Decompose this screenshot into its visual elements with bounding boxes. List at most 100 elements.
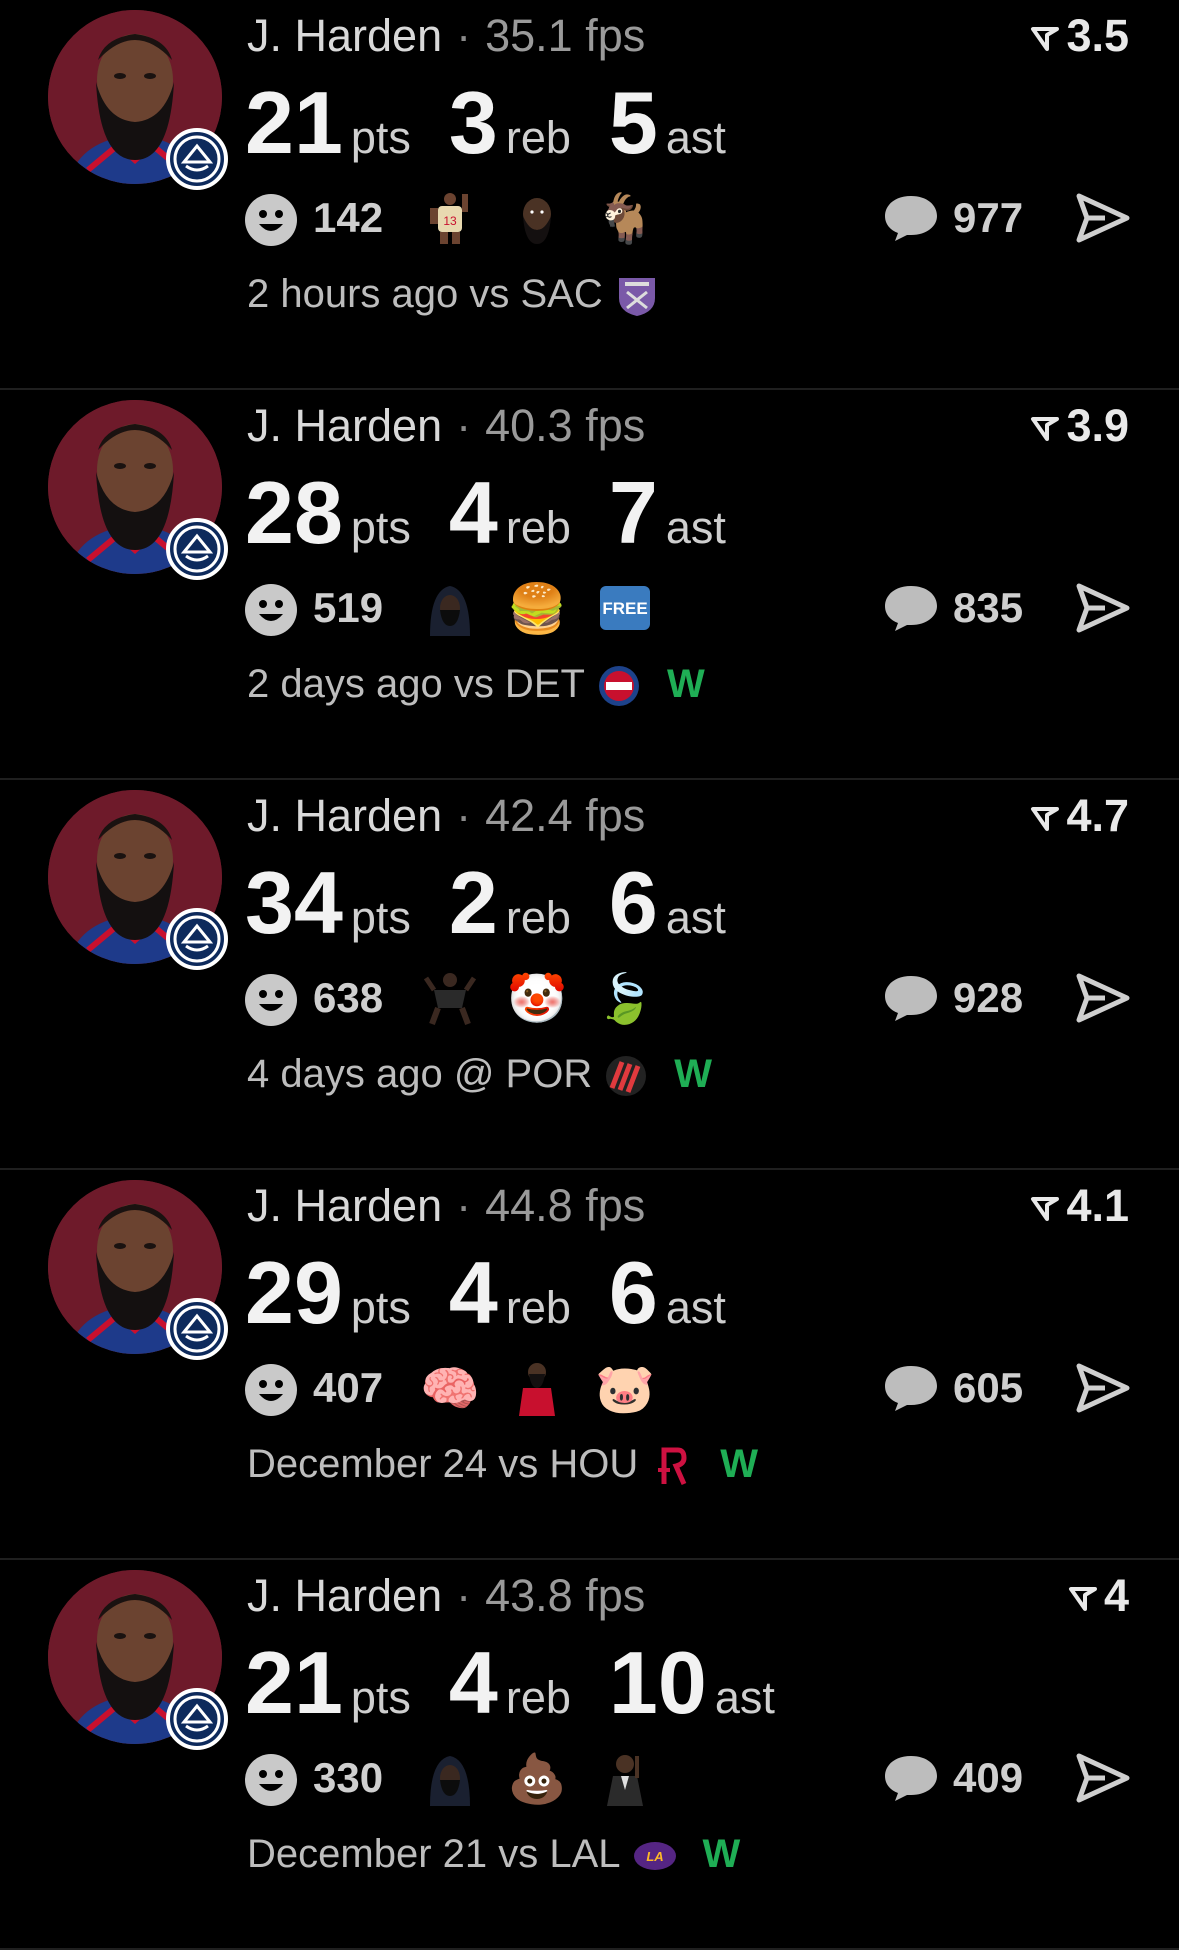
reaction-emoji-2[interactable]: 🤡 — [507, 970, 567, 1030]
share-icon[interactable] — [1075, 1362, 1131, 1419]
player-name[interactable]: J. Harden — [247, 10, 442, 61]
game-card[interactable]: J. Harden · 40.3 fps 3.9 28 pts 4 reb 7 ast 519… — [0, 390, 1179, 780]
reaction-row: 407 🧠 🐷 605 — [245, 1360, 1135, 1420]
smiley-icon[interactable] — [245, 1364, 297, 1416]
reaction-count: 638 — [313, 974, 384, 1021]
player-name[interactable]: J. Harden — [247, 400, 442, 451]
assists-value: 5 — [608, 73, 658, 172]
player-name[interactable]: J. Harden — [247, 1570, 442, 1621]
rating-icon — [1031, 807, 1060, 832]
comment-count: 835 — [953, 584, 1024, 631]
points-value: 21 — [245, 1633, 343, 1732]
comment-icon[interactable] — [883, 974, 939, 1027]
rating[interactable]: 3.9 — [1030, 400, 1129, 452]
game-card[interactable]: J. Harden · 42.4 fps 4.7 34 pts 2 reb 6 ast 638… — [0, 780, 1179, 1170]
game-time-opponent[interactable]: 4 days ago @ POR — [247, 1052, 592, 1096]
smiley-icon[interactable] — [245, 974, 297, 1026]
comment-icon[interactable] — [883, 194, 939, 247]
stat-line: 21 pts 3 reb 5 ast — [245, 72, 764, 174]
comment-icon[interactable] — [883, 1754, 939, 1807]
reaction-emoji-1[interactable] — [420, 580, 480, 640]
smiley-icon[interactable] — [245, 584, 297, 636]
game-card[interactable]: J. Harden · 44.8 fps 4.1 29 pts 4 reb 6 ast 407… — [0, 1170, 1179, 1560]
player-name[interactable]: J. Harden — [247, 1180, 442, 1231]
comment-count: 605 — [953, 1364, 1024, 1411]
share-icon[interactable] — [1075, 192, 1131, 249]
points-label: pts — [350, 892, 411, 943]
rating-icon — [1031, 1197, 1060, 1222]
rating-value: 4.7 — [1066, 790, 1129, 841]
reaction-emoji-3[interactable]: 🐐 — [595, 190, 655, 250]
separator: · — [456, 10, 472, 61]
comment-icon[interactable] — [883, 584, 939, 637]
reaction-emoji-3[interactable] — [595, 1750, 655, 1810]
game-meta: 2 days ago vs DET W — [247, 662, 705, 708]
points-value: 21 — [245, 73, 343, 172]
reaction-emoji-3[interactable]: 🐷 — [595, 1360, 655, 1420]
stat-line: 21 pts 4 reb 10 ast — [245, 1632, 813, 1734]
comment-count: 977 — [953, 194, 1024, 241]
game-feed: J. Harden · 35.1 fps 3.5 21 pts 3 reb 5 ast 142… — [0, 0, 1179, 1950]
reaction-emoji-2[interactable] — [507, 190, 567, 250]
game-result: W — [720, 1442, 758, 1486]
rating-icon — [1031, 417, 1060, 442]
comment-icon[interactable] — [883, 1364, 939, 1417]
card-header: J. Harden · 44.8 fps — [247, 1180, 645, 1232]
rating-value: 3.5 — [1066, 10, 1129, 61]
reaction-emoji-1[interactable] — [420, 970, 480, 1030]
points-value: 29 — [245, 1243, 343, 1342]
reaction-emoji-1[interactable]: 🧠 — [420, 1360, 480, 1420]
smiley-icon[interactable] — [245, 194, 297, 246]
game-time-opponent[interactable]: 2 hours ago vs SAC — [247, 272, 603, 316]
rating[interactable]: 4.1 — [1030, 1180, 1129, 1232]
points-label: pts — [350, 112, 411, 163]
game-result: W — [674, 1052, 712, 1096]
fps-value: 35.1 fps — [485, 10, 646, 61]
rebounds-value: 3 — [448, 73, 498, 172]
card-header: J. Harden · 42.4 fps — [247, 790, 645, 842]
smiley-icon[interactable] — [245, 1754, 297, 1806]
rating[interactable]: 4.7 — [1030, 790, 1129, 842]
rating-icon — [1068, 1587, 1097, 1612]
assists-label: ast — [665, 112, 726, 163]
game-result: W — [666, 662, 705, 706]
rebounds-value: 2 — [448, 853, 498, 952]
game-time-opponent[interactable]: December 21 vs LAL — [247, 1832, 621, 1876]
rebounds-label: reb — [505, 1282, 571, 1333]
reaction-emoji-1[interactable]: 13 — [420, 190, 480, 250]
separator: · — [456, 1180, 472, 1231]
reaction-emoji-3[interactable]: 🍃 — [595, 970, 655, 1030]
reaction-emoji-1[interactable] — [420, 1750, 480, 1810]
player-name[interactable]: J. Harden — [247, 790, 442, 841]
rebounds-label: reb — [505, 1672, 571, 1723]
game-time-opponent[interactable]: 2 days ago vs DET — [247, 662, 585, 706]
reaction-emoji-2[interactable] — [507, 1360, 567, 1420]
game-card[interactable]: J. Harden · 43.8 fps 4 21 pts 4 reb 10 ast 330 … — [0, 1560, 1179, 1950]
comment-count: 409 — [953, 1754, 1024, 1801]
rebounds-value: 4 — [448, 463, 498, 562]
reaction-emoji-2[interactable]: 🍔 — [507, 580, 567, 640]
team-badge-icon — [166, 1298, 228, 1360]
svg-text:13: 13 — [443, 214, 457, 228]
points-label: pts — [350, 502, 411, 553]
reaction-emoji-2[interactable]: 💩 — [507, 1750, 567, 1810]
rating[interactable]: 4 — [1068, 1570, 1129, 1622]
team-badge-icon — [166, 908, 228, 970]
share-icon[interactable] — [1075, 1752, 1131, 1809]
game-time-opponent[interactable]: December 24 vs HOU — [247, 1442, 638, 1486]
rebounds-label: reb — [505, 502, 571, 553]
rating-icon — [1031, 27, 1060, 52]
rebounds-value: 4 — [448, 1633, 498, 1732]
points-label: pts — [350, 1282, 411, 1333]
share-icon[interactable] — [1075, 972, 1131, 1029]
reaction-row: 330 💩 409 — [245, 1750, 1135, 1810]
rebounds-label: reb — [505, 112, 571, 163]
share-icon[interactable] — [1075, 582, 1131, 639]
reaction-emoji-3[interactable]: FREE — [595, 580, 655, 640]
game-card[interactable]: J. Harden · 35.1 fps 3.5 21 pts 3 reb 5 ast 142… — [0, 0, 1179, 390]
reaction-count: 142 — [313, 194, 384, 241]
separator: · — [456, 400, 472, 451]
rebounds-value: 4 — [448, 1243, 498, 1342]
rating[interactable]: 3.5 — [1030, 10, 1129, 62]
assists-value: 10 — [608, 1633, 707, 1732]
